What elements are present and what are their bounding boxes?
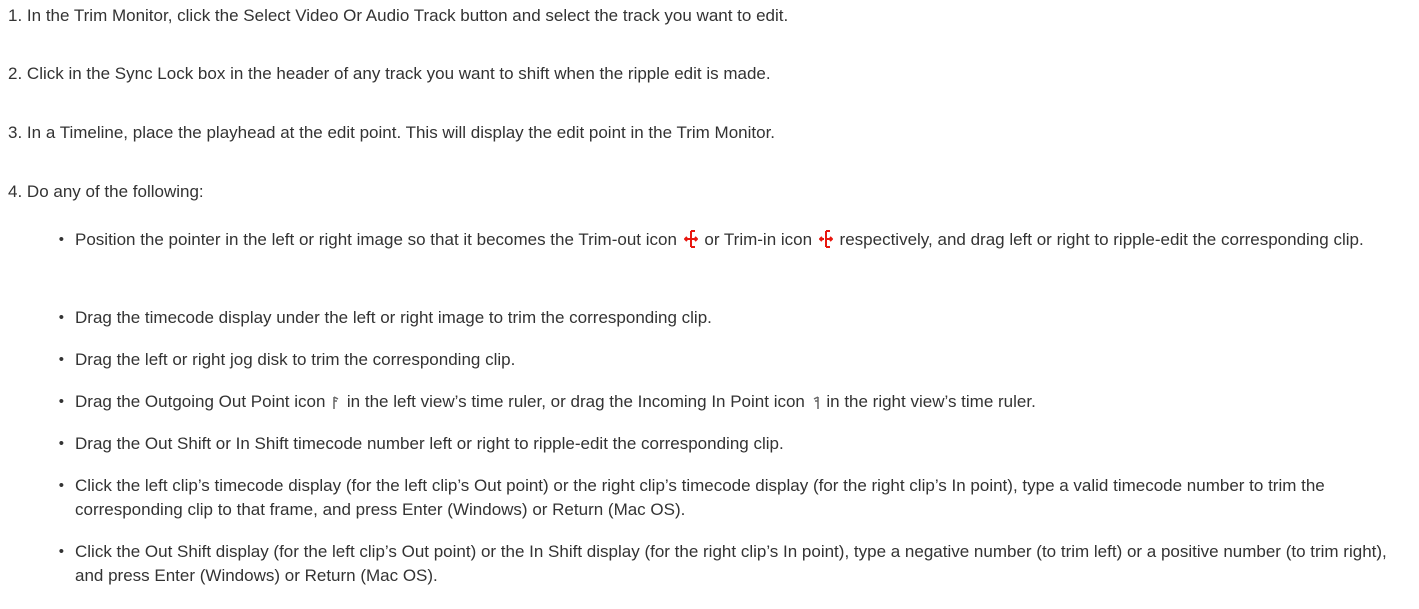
step-text: Click in the Sync Lock box in the header… [26, 64, 771, 83]
bullet-text-part: in the right view’s time ruler. [826, 392, 1036, 411]
bullet-marker: • [58, 231, 64, 248]
step-text: In the Trim Monitor, click the Select Vi… [26, 6, 789, 25]
bullet-item-3: Drag the left or right jog disk to trim … [75, 350, 516, 369]
bullet-item-7: Click the Out Shift display (for the lef… [75, 542, 1387, 585]
step-number: 4. [8, 182, 23, 201]
step-number: 1. [8, 6, 23, 25]
bullet-item-1: Position the pointer in the left or righ… [75, 228, 1405, 255]
trim-in-icon [818, 230, 834, 255]
step-number: 2. [8, 64, 23, 83]
bullet-item-4: Drag the Outgoing Out Point icon in the … [75, 390, 1405, 417]
bullet-item-2: Drag the timecode display under the left… [75, 308, 712, 327]
step-3: 3. In a Timeline, place the playhead at … [8, 123, 775, 143]
step-number: 3. [8, 123, 23, 142]
step-text: Do any of the following: [26, 182, 204, 201]
bullet-marker: • [58, 351, 64, 368]
step-1: 1. In the Trim Monitor, click the Select… [8, 6, 788, 26]
bullet-marker: • [58, 477, 64, 494]
step-4: 4. Do any of the following: [8, 182, 204, 202]
incoming-in-point-icon [812, 393, 820, 417]
bullet-marker: • [58, 393, 64, 410]
bullet-text-part: respectively, and drag left or right to … [839, 230, 1364, 249]
bullet-text-part: or Trim-in icon [704, 230, 813, 249]
bullet-text-part: Drag the Outgoing Out Point icon [75, 392, 326, 411]
step-text: In a Timeline, place the playhead at the… [26, 123, 776, 142]
bullet-marker: • [58, 435, 64, 452]
instructions-document: 1. In the Trim Monitor, click the Select… [0, 0, 1419, 609]
bullet-text-part: in the left view’s time ruler, or drag t… [346, 392, 805, 411]
outgoing-out-point-icon [332, 393, 340, 417]
bullet-item-6: Click the left clip’s timecode display (… [75, 476, 1325, 519]
trim-out-icon [683, 230, 699, 255]
bullet-marker: • [58, 309, 64, 326]
bullet-marker: • [58, 543, 64, 560]
bullet-text-part: Position the pointer in the left or righ… [75, 230, 677, 249]
bullet-item-5: Drag the Out Shift or In Shift timecode … [75, 434, 784, 453]
step-2: 2. Click in the Sync Lock box in the hea… [8, 64, 771, 84]
